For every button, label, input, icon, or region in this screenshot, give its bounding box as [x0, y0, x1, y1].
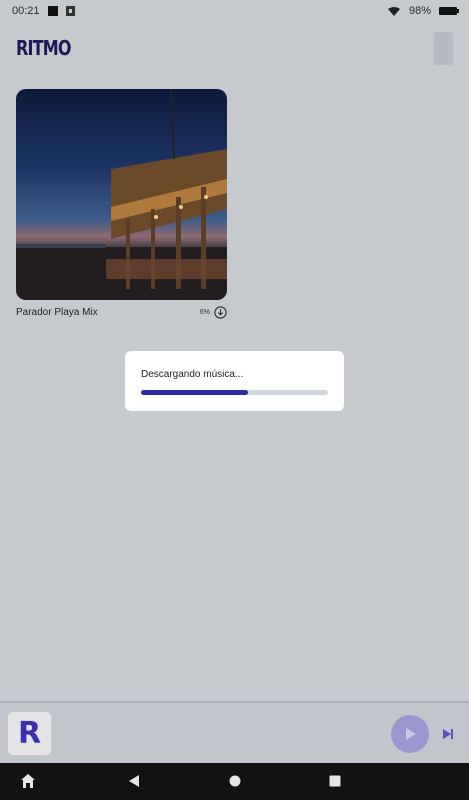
recents-icon[interactable]	[328, 773, 342, 789]
skip-next-icon[interactable]	[440, 726, 456, 742]
playlist-card[interactable]: Parador Playa Mix 6%	[16, 89, 227, 319]
home-icon[interactable]	[228, 773, 242, 789]
playlist-title: Parador Playa Mix	[16, 307, 98, 318]
download-percent: 6%	[199, 309, 210, 316]
playlist-artwork[interactable]	[16, 89, 227, 300]
status-bar: 00:21 98%	[0, 0, 469, 22]
download-icon[interactable]	[214, 306, 227, 319]
app-logo: RITMO	[16, 36, 72, 60]
download-progress-fill	[141, 390, 248, 395]
system-nav-bar	[0, 763, 469, 800]
app-header: RITMO	[0, 22, 469, 74]
wifi-icon	[387, 6, 400, 16]
notification-icon	[47, 6, 58, 16]
back-icon[interactable]	[127, 773, 141, 789]
play-button[interactable]	[391, 715, 429, 753]
battery-percent: 98%	[408, 5, 431, 17]
play-icon	[406, 728, 416, 740]
home-app-icon[interactable]	[20, 773, 36, 789]
download-dialog: Descargando música...	[125, 351, 344, 411]
now-playing-artwork[interactable]: R	[8, 712, 51, 755]
status-time: 00:21	[12, 5, 40, 17]
battery-icon	[439, 7, 459, 15]
download-notification-icon	[65, 6, 75, 16]
dialog-message: Descargando música...	[141, 369, 244, 380]
menu-button[interactable]	[434, 32, 453, 65]
download-progress-track	[141, 390, 328, 395]
mini-player[interactable]: R	[0, 701, 469, 765]
